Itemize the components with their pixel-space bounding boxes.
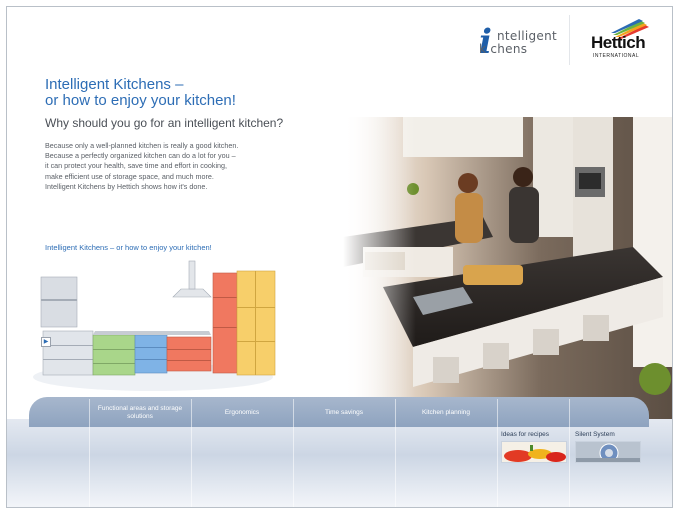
intelligent-kitchens-logo[interactable]: i ntelligent k chens	[477, 21, 565, 65]
video-link[interactable]: Intelligent Kitchens – or how to enjoy y…	[45, 243, 212, 252]
intro-line: Because only a well-planned kitchen is r…	[45, 141, 239, 150]
nav-separator	[293, 399, 294, 507]
nav-separator	[191, 399, 192, 507]
nav-separator	[395, 399, 396, 507]
intro-line: make efficient use of storage space, and…	[45, 171, 214, 181]
nav-separator	[569, 399, 570, 507]
drawer-damper-icon	[576, 442, 640, 462]
logo-divider	[569, 15, 570, 65]
nav-kitchen-planning[interactable]: Kitchen planning	[399, 399, 493, 427]
page-frame: i ntelligent k chens Hettich INTERNATION…	[6, 6, 673, 508]
silent-system-image[interactable]	[575, 441, 641, 463]
nav-band	[7, 419, 672, 507]
intro-line: it can protect your health, save time an…	[45, 161, 228, 171]
hettich-wordmark: Hettich	[591, 33, 646, 52]
title-line-1: Intelligent Kitchens –	[45, 76, 184, 93]
hettich-logo[interactable]: Hettich INTERNATIONAL	[585, 19, 657, 63]
page-subtitle: Why should you go for an intelligent kit…	[45, 116, 284, 130]
play-button[interactable]: ▶	[41, 337, 51, 347]
kitchen-cabinets-illustration[interactable]	[33, 257, 283, 397]
intro-line: Because a perfectly organized kitchen ca…	[45, 151, 236, 161]
peppers-icon	[502, 442, 566, 462]
kitchen-photo	[343, 117, 672, 429]
logo-line-2: k chens	[479, 42, 528, 56]
promo-silent-system-label[interactable]: Silent System	[575, 431, 615, 438]
nav-ergonomics[interactable]: Ergonomics	[195, 399, 289, 427]
title-line-2: or how to enjoy your kitchen!	[45, 92, 236, 109]
page-title: Intelligent Kitchens – or how to enjoy y…	[45, 77, 335, 109]
logo-line-1: ntelligent	[497, 29, 558, 43]
nav-functional-areas[interactable]: Functional areas and storage solutions	[93, 399, 187, 427]
intro-line: Intelligent Kitchens by Hettich shows ho…	[45, 181, 208, 191]
nav-separator	[497, 399, 498, 507]
hettich-subtitle: INTERNATIONAL	[593, 53, 640, 59]
nav-time-savings[interactable]: Time savings	[297, 399, 391, 427]
play-icon: ▶	[43, 338, 49, 345]
nav-separator	[89, 399, 90, 507]
recipes-peppers-image[interactable]	[501, 441, 567, 463]
intro-paragraph: Because only a well-planned kitchen is r…	[45, 141, 325, 192]
promo-recipes-label[interactable]: Ideas for recipes	[501, 431, 549, 438]
